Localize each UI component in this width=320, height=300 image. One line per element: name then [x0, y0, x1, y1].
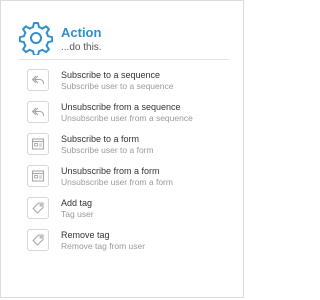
- action-item-subtitle: Subscribe user to a sequence: [61, 81, 174, 91]
- form-icon: [27, 133, 49, 155]
- action-subscribe-sequence[interactable]: Subscribe to a sequence Subscribe user t…: [25, 67, 235, 99]
- action-title: Action: [61, 25, 102, 40]
- action-list: Subscribe to a sequence Subscribe user t…: [25, 67, 235, 259]
- action-item-title: Unsubscribe from a sequence: [61, 102, 181, 112]
- reply-arrow-icon: [27, 101, 49, 123]
- action-item-subtitle: Tag user: [61, 209, 94, 219]
- action-item-title: Subscribe to a form: [61, 134, 140, 144]
- action-unsubscribe-sequence[interactable]: Unsubscribe from a sequence Unsubscribe …: [25, 99, 235, 131]
- action-panel: Action ...do this. Subscribe to a sequen…: [0, 0, 244, 298]
- action-item-subtitle: Subscribe user to a form: [61, 145, 154, 155]
- action-item-title: Add tag: [61, 198, 93, 208]
- reply-arrow-icon: [27, 69, 49, 91]
- action-remove-tag[interactable]: Remove tag Remove tag from user: [25, 227, 235, 259]
- tag-icon: [27, 229, 49, 251]
- gear-icon: [18, 21, 54, 57]
- form-icon: [27, 165, 49, 187]
- action-add-tag[interactable]: Add tag Tag user: [25, 195, 235, 227]
- action-item-subtitle: Unsubscribe user from a sequence: [61, 113, 193, 123]
- action-item-title: Remove tag: [61, 230, 110, 240]
- action-item-subtitle: Remove tag from user: [61, 241, 146, 251]
- action-item-title: Subscribe to a sequence: [61, 70, 161, 80]
- action-subtitle: ...do this.: [61, 42, 102, 53]
- action-unsubscribe-form[interactable]: Unsubscribe from a form Unsubscribe user…: [25, 163, 235, 195]
- divider: [19, 59, 229, 60]
- action-subscribe-form[interactable]: Subscribe to a form Subscribe user to a …: [25, 131, 235, 163]
- action-item-subtitle: Unsubscribe user from a form: [61, 177, 173, 187]
- action-header: Action ...do this.: [18, 21, 229, 61]
- tag-icon: [27, 197, 49, 219]
- action-item-title: Unsubscribe from a form: [61, 166, 160, 176]
